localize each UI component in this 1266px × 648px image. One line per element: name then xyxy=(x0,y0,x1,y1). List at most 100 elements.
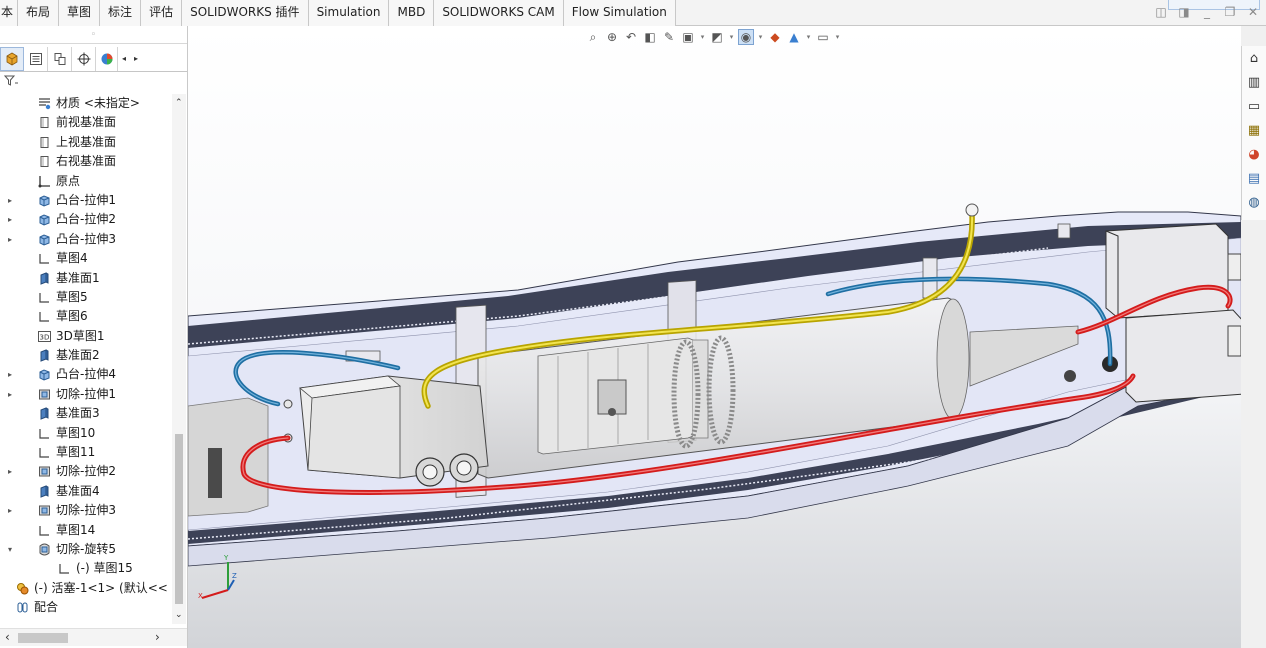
tree-item[interactable]: 基准面2 xyxy=(0,346,172,365)
property-manager-icon[interactable] xyxy=(24,47,48,71)
display-style-icon[interactable]: ◩ xyxy=(709,29,725,45)
tree-item[interactable]: 草图10 xyxy=(0,424,172,443)
scroll-up-icon[interactable]: ⌃ xyxy=(175,98,183,108)
heads-up-view-toolbar: ⌕ ⊕ ↶ ◧ ✎ ▣ ▾ ◩ ▾ ◉ ▾ ◆ ▲ ▾ ▭ ▾ xyxy=(585,27,841,47)
minimize-icon[interactable]: _ xyxy=(1200,5,1214,19)
tab-2[interactable]: 布局 xyxy=(18,0,60,26)
expand-icon[interactable]: ▸ xyxy=(8,191,12,210)
graphics-area[interactable]: Y X Z xyxy=(188,26,1241,648)
horizontal-scroll-thumb[interactable] xyxy=(18,633,68,643)
expand-icon[interactable]: ▸ xyxy=(8,462,12,481)
tree-item[interactable]: 基准面4 xyxy=(0,482,172,501)
panel-grip[interactable]: ◦ xyxy=(0,26,187,44)
extrude-cut-icon xyxy=(38,465,51,478)
edit-appearance-icon[interactable]: ◆ xyxy=(767,29,783,45)
tree-item[interactable]: 上视基准面 xyxy=(0,133,172,152)
tree-item-label: 切除-拉伸3 xyxy=(56,503,116,518)
tree-item[interactable]: 草图6 xyxy=(0,307,172,326)
tree-item[interactable]: ▸ 凸台-拉伸2 xyxy=(0,210,172,229)
tree-item[interactable]: 3D 3D草图1 xyxy=(0,327,172,346)
tree-item[interactable]: ▸ 切除-拉伸1 xyxy=(0,385,172,404)
tree-item[interactable]: 前视基准面 xyxy=(0,113,172,132)
dimxpert-icon[interactable] xyxy=(72,47,96,71)
tree-item[interactable]: ▸ 凸台-拉伸3 xyxy=(0,230,172,249)
home-icon[interactable]: ⌂ xyxy=(1242,46,1266,70)
zoom-to-fit-icon[interactable]: ⌕ xyxy=(585,29,601,45)
hide-show-icon[interactable]: ◉ xyxy=(738,29,754,45)
tile-right-icon[interactable]: ◨ xyxy=(1177,5,1191,19)
tree-vertical-scrollbar[interactable]: ⌃ ⌄ xyxy=(172,94,186,624)
tree-item[interactable]: 基准面3 xyxy=(0,404,172,423)
feature-tree: 材质 <未指定> 前视基准面 上视基准面 右视基准面 原点 ▸ 凸台-拉伸1 ▸ 凸台-拉伸2 ▸… xyxy=(0,94,172,624)
tree-item-label: 草图11 xyxy=(56,445,96,460)
tab-5[interactable]: 评估 xyxy=(141,0,183,26)
tile-left-icon[interactable]: ◫ xyxy=(1154,5,1168,19)
tree-item[interactable]: (-) 草图15 xyxy=(0,559,172,578)
tree-item[interactable]: 草图14 xyxy=(0,521,172,540)
resources-icon[interactable]: ▥ xyxy=(1242,70,1266,94)
display-manager-icon[interactable] xyxy=(96,47,118,71)
zoom-area-icon[interactable]: ⊕ xyxy=(604,29,620,45)
tree-item[interactable]: ▸配合 xyxy=(0,598,172,617)
filter-icon[interactable] xyxy=(3,75,20,90)
tab-3[interactable]: 草图 xyxy=(59,0,101,26)
feature-manager-panel: ◦ ◂ ▸ 材质 <未指定> 前视基准面 上视基准面 右视基准面 原点 ▸ 凸台-拉伸1 ▸ 凸… xyxy=(0,26,188,648)
solidworks-forum-icon[interactable]: ◍ xyxy=(1242,190,1266,214)
view-orientation-icon[interactable]: ▣ xyxy=(680,29,696,45)
restore-icon[interactable]: ❐ xyxy=(1223,5,1237,19)
dynamic-annotation-icon[interactable]: ✎ xyxy=(661,29,677,45)
scroll-down-icon[interactable]: ⌄ xyxy=(175,610,183,620)
chevron-down-icon[interactable]: ▾ xyxy=(834,29,841,45)
expand-icon[interactable]: ▸ xyxy=(8,365,12,384)
expand-icon[interactable]: ▸ xyxy=(8,230,12,249)
appearances-icon[interactable]: ◕ xyxy=(1242,142,1266,166)
expand-icon[interactable]: ▸ xyxy=(8,501,12,520)
tab-6[interactable]: SOLIDWORKS 插件 xyxy=(182,0,309,26)
expand-icon[interactable]: ▸ xyxy=(8,385,12,404)
tabs-scroll-right-icon[interactable]: ▸ xyxy=(130,46,142,70)
chevron-down-icon[interactable]: ▾ xyxy=(757,29,764,45)
tab-10[interactable]: Flow Simulation xyxy=(563,0,676,26)
tab-9[interactable]: SOLIDWORKS CAM xyxy=(434,0,564,26)
custom-properties-icon[interactable]: ▤ xyxy=(1242,166,1266,190)
scroll-right-icon[interactable]: › xyxy=(155,630,160,644)
configuration-manager-icon[interactable] xyxy=(48,47,72,71)
tree-item-label: 配合 xyxy=(34,600,59,615)
chevron-down-icon[interactable]: ▾ xyxy=(728,29,735,45)
tab-1[interactable]: 本 xyxy=(0,0,19,26)
view-settings-icon[interactable]: ▭ xyxy=(815,29,831,45)
apply-scene-icon[interactable]: ▲ xyxy=(786,29,802,45)
tree-item[interactable]: ▸ 切除-拉伸2 xyxy=(0,462,172,481)
tree-item[interactable]: 基准面1 xyxy=(0,269,172,288)
chevron-down-icon[interactable]: ▾ xyxy=(699,29,706,45)
scroll-left-icon[interactable]: ‹ xyxy=(5,630,10,644)
tree-horizontal-scrollbar[interactable]: ‹ › xyxy=(0,628,187,646)
tree-item[interactable]: ▸ 凸台-拉伸1 xyxy=(0,191,172,210)
chevron-down-icon[interactable]: ▾ xyxy=(805,29,812,45)
tree-item[interactable]: 草图11 xyxy=(0,443,172,462)
tree-item[interactable]: ▸(-) 活塞-1<1> (默认<< xyxy=(0,579,172,598)
tree-item-label: 基准面4 xyxy=(56,483,100,498)
tree-item[interactable]: 草图4 xyxy=(0,249,172,268)
tab-4[interactable]: 标注 xyxy=(100,0,142,26)
model-view[interactable]: Y X Z xyxy=(188,26,1241,648)
tree-item[interactable]: ▸ 切除-拉伸3 xyxy=(0,501,172,520)
tree-item[interactable]: 原点 xyxy=(0,172,172,191)
tree-item[interactable]: ▸ 凸台-拉伸4 xyxy=(0,365,172,384)
tree-item[interactable]: 草图5 xyxy=(0,288,172,307)
close-icon[interactable]: ✕ xyxy=(1246,5,1260,19)
previous-view-icon[interactable]: ↶ xyxy=(623,29,639,45)
expand-icon[interactable]: ▸ xyxy=(8,210,12,229)
tabs-scroll-left-icon[interactable]: ◂ xyxy=(118,46,130,70)
file-explorer-icon[interactable]: ▦ xyxy=(1242,118,1266,142)
section-view-icon[interactable]: ◧ xyxy=(642,29,658,45)
scroll-thumb[interactable] xyxy=(175,434,183,604)
tab-8[interactable]: MBD xyxy=(389,0,435,26)
feature-manager-icon[interactable] xyxy=(0,47,24,71)
tree-item[interactable]: ▾ 切除-旋转5 xyxy=(0,540,172,559)
design-library-icon[interactable]: ▭ xyxy=(1242,94,1266,118)
tree-item[interactable]: 材质 <未指定> xyxy=(0,94,172,113)
collapse-icon[interactable]: ▾ xyxy=(8,540,12,559)
tree-item[interactable]: 右视基准面 xyxy=(0,152,172,171)
tab-7[interactable]: Simulation xyxy=(308,0,390,26)
